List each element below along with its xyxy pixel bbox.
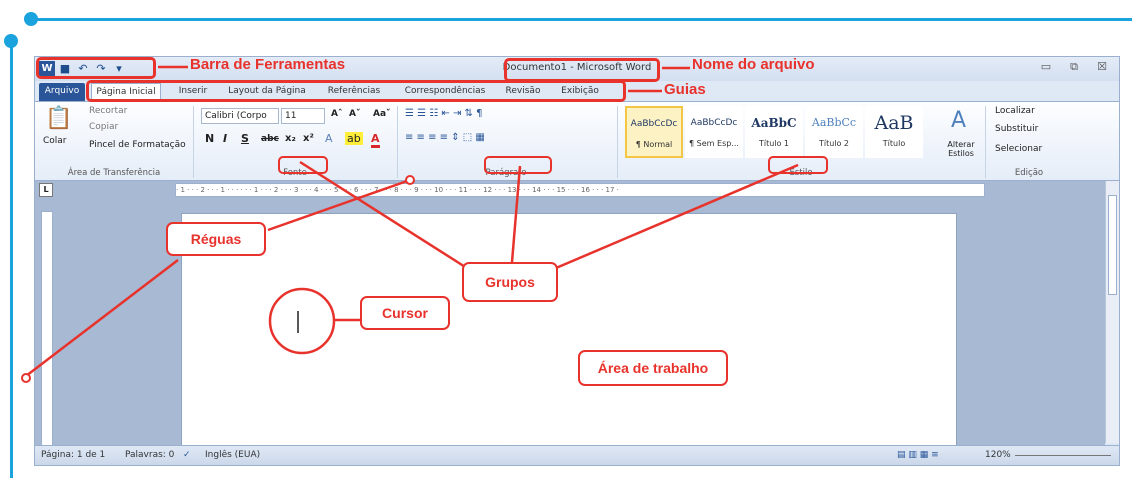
decorative-dot [24,12,38,26]
vertical-scrollbar[interactable] [1105,181,1119,443]
style-heading-2[interactable]: AaBbCc Título 2 [805,106,863,158]
style-preview: AaBbCc [811,116,857,129]
page-count[interactable]: Página: 1 de 1 [41,450,105,460]
style-preview: AaBbCcDc [690,118,738,128]
filename-highlight-frame [504,58,660,82]
minimize-button[interactable]: ▭ [1033,60,1059,76]
group-separator [617,106,618,178]
toolbar-highlight-frame [36,57,156,79]
style-no-spacing[interactable]: AaBbCcDc ¶ Sem Esp... [685,106,743,158]
ribbon: 📋 Colar Recortar Copiar Pincel de Format… [35,101,1119,181]
style-normal[interactable]: AaBbCcDc ¶ Normal [625,106,683,158]
find-button[interactable]: Localizar [995,106,1035,116]
highlight-icon[interactable]: ab [345,132,363,145]
style-group-frame [768,156,828,174]
style-name: ¶ Sem Esp... [689,139,739,148]
grow-font-button[interactable]: Aˆ [331,109,342,119]
superscript-button[interactable]: x² [303,130,314,148]
tabs-highlight-frame [86,80,626,102]
style-name: Título [882,139,906,148]
style-name: Título 1 [758,139,790,148]
style-name: Título 2 [818,139,850,148]
text-effects-icon[interactable]: A [325,132,333,145]
zoom-slider[interactable] [1015,455,1111,465]
decorative-left-line [10,44,13,478]
tab-selector[interactable]: L [39,183,53,197]
paragraph-row1-icons[interactable]: ☰ ☰ ☷ ⇤ ⇥ ⇅ ¶ [405,108,482,119]
style-preview: AaBbC [751,116,797,130]
scroll-thumb[interactable] [1108,195,1117,295]
italic-button[interactable]: I [223,130,227,148]
style-heading-1[interactable]: AaBbC Título 1 [745,106,803,158]
paragraph-group-frame [484,156,552,174]
word-count[interactable]: Palavras: 0 [125,450,174,460]
vertical-ruler[interactable] [41,211,53,447]
style-preview: AaB [874,112,914,134]
annotation-groups-label: Grupos [462,262,558,302]
tab-arquivo[interactable]: Arquivo [39,83,85,101]
horizontal-ruler[interactable]: · 1 · · · 2 · · · 1 · · · · · · 1 · · · … [175,183,985,197]
replace-button[interactable]: Substituir [995,124,1038,134]
annotation-workarea-label: Área de trabalho [578,350,728,386]
group-separator [985,106,986,178]
group-label-clipboard: Área de Transferência [67,168,161,178]
view-buttons[interactable]: ▤ ▥ ▦ ≡ [897,450,939,460]
language[interactable]: Inglês (EUA) [205,450,260,460]
format-painter-button[interactable]: Pincel de Formatação [89,140,186,150]
annotation-cursor-label: Cursor [360,296,450,330]
subscript-button[interactable]: x₂ [285,130,296,148]
font-color-icon[interactable]: A [371,132,380,148]
copy-button[interactable]: Copiar [89,122,118,132]
style-title[interactable]: AaB Título [865,106,923,158]
change-styles-icon[interactable]: A [951,108,966,133]
paste-button[interactable]: Colar [43,136,67,146]
document-page[interactable] [181,213,957,453]
bold-button[interactable]: N [205,130,214,148]
change-styles-button[interactable]: Alterar Estilos [941,140,981,158]
decorative-dot [4,34,18,48]
underline-button[interactable]: S [241,130,249,148]
group-separator [193,106,194,178]
annotation-rulers-label: Réguas [166,222,266,256]
decorative-top-line [30,18,1132,21]
annotation-tabs-label: Guias [664,81,706,98]
font-name-combo[interactable]: Calibri (Corpo [201,108,279,124]
style-name: ¶ Normal [635,140,673,149]
group-separator [397,106,398,178]
zoom-level[interactable]: 120% [985,450,1011,460]
group-label-editing: Edição [1014,168,1044,178]
cut-button[interactable]: Recortar [89,106,127,116]
annotation-toolbar-label: Barra de Ferramentas [190,56,346,73]
restore-button[interactable]: ⧉ [1061,60,1087,76]
close-button[interactable]: ☒ [1089,60,1115,76]
status-bar: Página: 1 de 1 Palavras: 0 ✓ Inglês (EUA… [35,445,1119,465]
shrink-font-button[interactable]: Aˇ [349,109,360,119]
paste-icon[interactable]: 📋 [45,106,72,131]
word-window: W ■ ↶ ↷ ▾ Documento1 - Microsoft Word ▭ … [34,56,1120,466]
font-group-frame [278,156,328,174]
paragraph-row2-icons[interactable]: ≡ ≡ ≡ ≡ ⇕ ⬚ ▦ [405,132,485,143]
font-size-combo[interactable]: 11 [281,108,325,124]
strikethrough-button[interactable]: abc [261,130,279,148]
select-button[interactable]: Selecionar [995,144,1042,154]
change-case-button[interactable]: Aaˇ [373,109,391,119]
style-preview: AaBbCcDc [630,119,678,129]
annotation-filename-label: Nome do arquivo [692,56,815,73]
proofing-icon[interactable]: ✓ [183,450,191,460]
